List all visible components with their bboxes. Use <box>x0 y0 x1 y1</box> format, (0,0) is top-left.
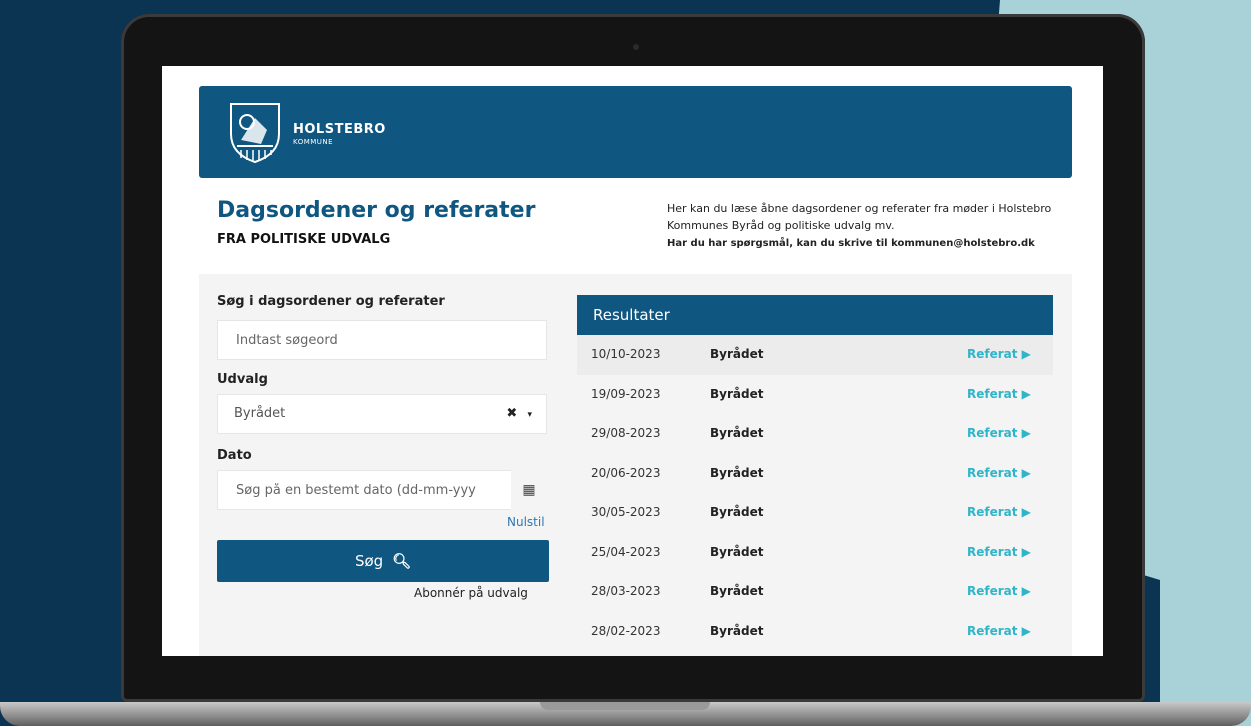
referat-link[interactable]: Referat ▶ <box>967 426 1031 440</box>
subscribe-link[interactable]: Abonnér på udvalg <box>414 586 528 600</box>
result-row: 28/03-2023 Byrådet Referat ▶ <box>577 572 1053 612</box>
result-row: 29/08-2023 Byrådet Referat ▶ <box>577 414 1053 454</box>
referat-link[interactable]: Referat ▶ <box>967 624 1031 638</box>
result-date: 10/10-2023 <box>591 347 661 361</box>
intro-description: Her kan du læse åbne dagsordener og refe… <box>667 202 1052 232</box>
brand-name: HOLSTEBRO <box>293 122 386 137</box>
reset-link[interactable]: Nulstil <box>507 515 545 529</box>
camera-icon <box>633 44 639 50</box>
result-row: 25/04-2023 Byrådet Referat ▶ <box>577 533 1053 573</box>
search-input[interactable] <box>234 321 534 359</box>
select-controls: ✖ ▾ <box>506 395 532 434</box>
site-header: HOLSTEBRO KOMMUNE <box>199 86 1072 178</box>
referat-link[interactable]: Referat ▶ <box>967 505 1031 519</box>
referat-link[interactable]: Referat ▶ <box>967 466 1031 480</box>
contact-text: Har du har spørgsmål, kan du skrive til … <box>667 238 1035 249</box>
results-header: Resultater <box>577 295 1053 335</box>
result-date: 30/05-2023 <box>591 505 661 519</box>
date-field <box>217 470 513 510</box>
result-row: 10/10-2023 Byrådet Referat ▶ <box>577 335 1053 375</box>
page-subtitle: FRA POLITISKE UDVALG <box>217 232 391 247</box>
result-date: 28/02-2023 <box>591 623 661 638</box>
result-date: 19/09-2023 <box>591 386 661 401</box>
result-committee: Byrådet <box>710 426 764 440</box>
result-committee: Byrådet <box>710 544 764 559</box>
result-committee: Byrådet <box>710 584 764 598</box>
referat-link[interactable]: Referat ▶ <box>967 387 1031 401</box>
laptop-notch <box>540 702 710 710</box>
committee-selected-value: Byrådet <box>234 406 286 421</box>
chevron-down-icon[interactable]: ▾ <box>527 410 532 420</box>
intro-text: Her kan du læse åbne dagsordener og refe… <box>667 200 1057 252</box>
date-input[interactable] <box>234 471 500 509</box>
results-list: Resultater 10/10-2023 Byrådet Referat ▶ … <box>577 295 1053 656</box>
result-committee: Byrådet <box>710 623 764 638</box>
page-title: Dagsordener og referater <box>217 198 536 223</box>
search-button[interactable]: Søg 🔍︎ <box>217 540 549 582</box>
referat-link[interactable]: Referat ▶ <box>967 545 1031 559</box>
result-committee: Byrådet <box>710 465 764 480</box>
result-date: 29/08-2023 <box>591 426 661 440</box>
result-row: 19/09-2023 Byrådet Referat ▶ <box>577 375 1053 415</box>
result-committee: Byrådet <box>710 386 764 401</box>
result-date: 20/06-2023 <box>591 465 661 480</box>
referat-link[interactable]: Referat ▶ <box>967 347 1031 361</box>
result-committee: Byrådet <box>710 347 764 361</box>
search-icon: 🔍︎ <box>391 552 412 570</box>
browser-screen: HOLSTEBRO KOMMUNE Dagsordener og referat… <box>162 66 1103 656</box>
committee-select[interactable]: Byrådet ✖ ▾ <box>217 394 547 434</box>
result-row: 28/02-2023 Byrådet Referat ▶ <box>577 612 1053 652</box>
result-committee: Byrådet <box>710 505 764 519</box>
search-field <box>217 320 547 360</box>
calendar-icon[interactable]: ▦ <box>511 470 547 510</box>
result-date: 25/04-2023 <box>591 544 661 559</box>
result-row: 20/06-2023 Byrådet Referat ▶ <box>577 454 1053 494</box>
coat-of-arms-icon[interactable] <box>227 100 283 164</box>
brand-wordmark[interactable]: HOLSTEBRO KOMMUNE <box>293 122 386 146</box>
search-button-label: Søg <box>354 552 384 570</box>
date-label: Dato <box>217 448 252 463</box>
result-date: 28/03-2023 <box>591 584 661 598</box>
result-row: 30/05-2023 Byrådet Referat ▶ <box>577 493 1053 533</box>
search-panel: Søg i dagsordener og referater Udvalg By… <box>199 274 1072 656</box>
search-label: Søg i dagsordener og referater <box>217 294 445 309</box>
referat-link[interactable]: Referat ▶ <box>967 584 1031 598</box>
brand-subtitle: KOMMUNE <box>293 138 334 146</box>
committee-label: Udvalg <box>217 372 268 387</box>
clear-icon[interactable]: ✖ <box>506 406 517 421</box>
